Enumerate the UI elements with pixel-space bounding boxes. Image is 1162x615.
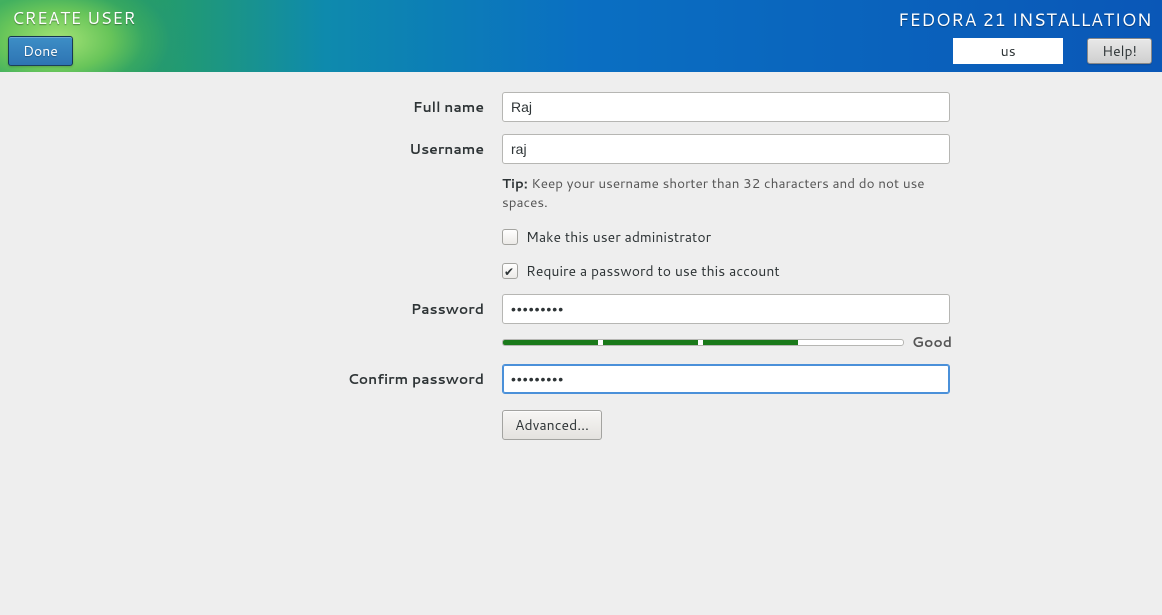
content-area: Full name Username Tip: Keep your userna… <box>0 72 1162 440</box>
header-right: FEDORA 21 INSTALLATION us Help! <box>898 6 1152 64</box>
username-tip: Tip: Keep your username shorter than 32 … <box>502 174 950 212</box>
installer-header: CREATE USER Done FEDORA 21 INSTALLATION … <box>0 0 1162 72</box>
password-strength-bar <box>502 339 904 346</box>
confirm-password-input[interactable] <box>502 364 950 394</box>
done-button[interactable]: Done <box>8 36 73 66</box>
password-input[interactable] <box>502 294 950 324</box>
tip-text: Keep your username shorter than 32 chara… <box>502 174 925 212</box>
confirm-password-label: Confirm password <box>74 369 484 389</box>
admin-check-row: Make this user administrator <box>502 226 950 248</box>
header-controls: us Help! <box>898 38 1152 64</box>
help-button[interactable]: Help! <box>1087 38 1152 64</box>
advanced-button[interactable]: Advanced... <box>502 410 602 440</box>
admin-checkbox[interactable] <box>502 229 518 245</box>
username-input[interactable] <box>502 134 950 164</box>
password-strength-row: Good <box>502 332 1088 352</box>
keyboard-layout-button[interactable]: us <box>953 38 1063 64</box>
require-password-check-row: Require a password to use this account <box>502 260 950 282</box>
installer-title: FEDORA 21 INSTALLATION <box>898 6 1152 32</box>
create-user-form: Full name Username Tip: Keep your userna… <box>74 92 1088 440</box>
username-label: Username <box>74 139 484 159</box>
password-strength-fill <box>503 340 799 345</box>
admin-check-label: Make this user administrator <box>526 227 711 247</box>
full-name-label: Full name <box>74 97 484 117</box>
require-password-checkbox[interactable] <box>502 263 518 279</box>
tip-prefix: Tip: <box>502 174 528 193</box>
page-title: CREATE USER <box>12 6 136 30</box>
full-name-input[interactable] <box>502 92 950 122</box>
password-strength-text: Good <box>912 332 952 352</box>
require-password-label: Require a password to use this account <box>526 261 780 281</box>
header-left: CREATE USER Done <box>8 6 136 66</box>
password-label: Password <box>74 299 484 319</box>
